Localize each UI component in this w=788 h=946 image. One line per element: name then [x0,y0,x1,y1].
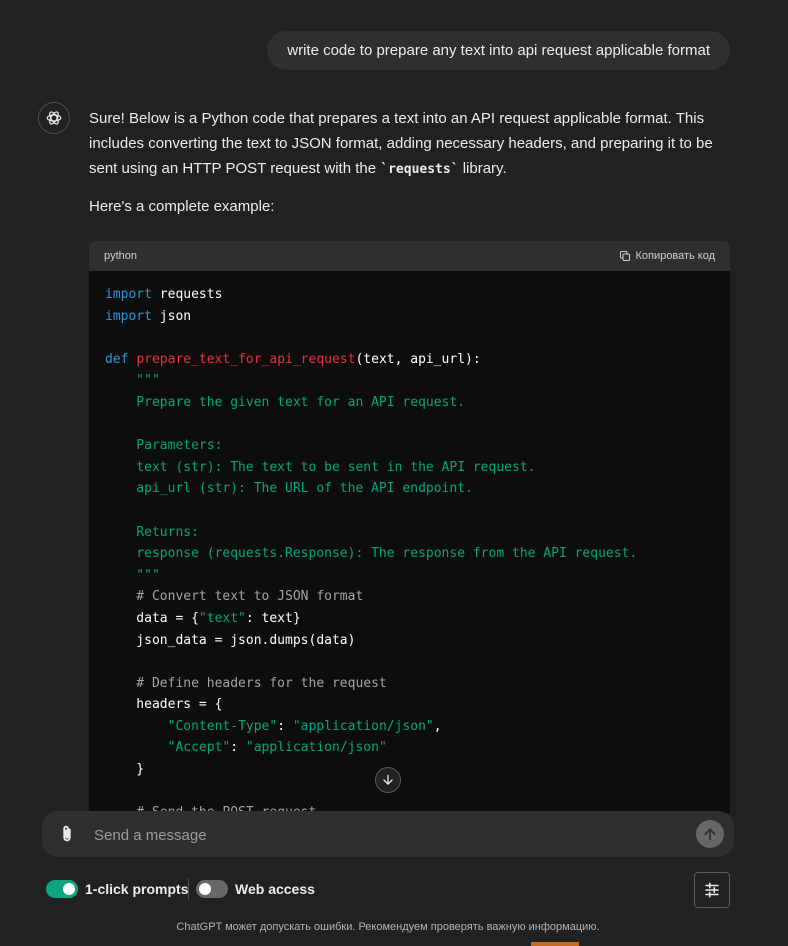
sliders-icon [705,882,719,898]
arrow-down-icon [383,774,393,785]
code-line: text (str): The text to be sent in the A… [105,457,714,479]
code-line: response (requests.Response): The respon… [105,543,714,565]
code-token: def [105,351,129,367]
code-token: json [151,308,192,324]
code-token: response (requests.Response): The respon… [105,546,638,562]
code-line: """ [105,565,714,587]
toggle-divider [188,878,189,900]
code-token: """ [105,567,160,583]
one-click-prompts-label: 1-click prompts [85,881,189,897]
code-token: Prepare the given text for an API reques… [105,394,466,410]
copy-code-button[interactable]: Копировать код [619,250,715,262]
code-token: # Define headers for the request [105,675,387,691]
code-line: # Convert text to JSON format [105,586,714,608]
accent-bar [531,942,579,946]
assistant-message: Sure! Below is a Python code that prepar… [89,106,734,231]
code-line: import json [105,306,714,328]
message-input[interactable] [92,821,686,849]
code-token: Returns: [105,524,199,540]
code-token: import [105,287,152,302]
code-token: headers = { [105,697,223,713]
code-line: Parameters: [105,435,714,457]
code-language: python [104,250,138,262]
code-token: "Content-Type" [167,718,278,734]
code-token: "Accept" [167,740,231,756]
code-token: "text" [198,610,246,626]
disclaimer-note: ChatGPT может допускать ошибки. Рекоменд… [176,921,600,933]
attach-button[interactable] [56,823,78,845]
code-line: } [105,759,714,781]
code-line: headers = { [105,694,714,716]
code-token: requests [151,287,223,302]
code-token: "application/json" [245,740,387,756]
code-line: """ [105,370,714,392]
code-line: # Define headers for the request [105,673,714,695]
code-line: Returns: [105,522,714,544]
code-line: json_data = json.dumps(data) [105,630,714,652]
code-token: "application/json" [292,718,434,734]
web-access-toggle[interactable] [196,880,228,898]
code-header: python Копировать код [89,241,730,271]
code-token: text (str): The text to be sent in the A… [105,459,536,475]
code-token: Parameters: [105,438,223,454]
paperclip-icon [63,825,71,842]
code-content: import requests import json def prepare_te… [89,271,730,813]
code-token: json_data = json.dumps(data) [105,632,356,648]
example-label: Here's a complete example: [89,198,275,215]
web-access-label: Web access [235,881,315,897]
code-token: : text} [245,610,301,626]
code-token: , [433,718,442,734]
message-composer [42,811,734,857]
code-token: : [230,740,246,756]
code-token: prepare_text_for_api_request [136,351,356,367]
intro-text-end: library. [458,160,507,177]
code-token: } [105,762,145,778]
assistant-avatar [38,102,70,134]
arrow-up-icon [704,828,716,841]
code-line: "Accept": "application/json" [105,737,714,759]
code-line: Prepare the given text for an API reques… [105,392,714,414]
code-line: import requests [105,284,714,306]
assistant-intro: Sure! Below is a Python code that prepar… [89,106,734,182]
copy-icon [620,251,631,261]
scroll-down-button[interactable] [375,767,401,793]
code-line: data = {"text": text} [105,608,714,630]
code-line: "Content-Type": "application/json", [105,716,714,738]
code-token: api_url (str): The URL of the API endpoi… [105,481,473,497]
code-token: : [277,718,293,734]
inline-code: `requests` [380,162,459,177]
code-token: data = { [105,610,199,626]
code-line: def prepare_text_for_api_request(text, a… [105,349,714,371]
user-message: write code to prepare any text into api … [267,31,730,70]
copy-code-label: Копировать код [635,250,715,262]
code-line: api_url (str): The URL of the API endpoi… [105,478,714,500]
code-token: (text, api_url): [355,351,481,367]
toggle-knob [199,883,211,895]
code-token: # Convert text to JSON format [105,589,364,605]
toggle-knob [63,883,75,895]
openai-logo-icon [46,111,62,125]
one-click-prompts-toggle[interactable] [46,880,78,898]
settings-button[interactable] [694,872,730,908]
code-token: import [105,308,152,324]
code-block: python Копировать код import requests imp… [89,241,730,813]
code-token: """ [105,373,160,389]
send-button[interactable] [696,820,724,848]
